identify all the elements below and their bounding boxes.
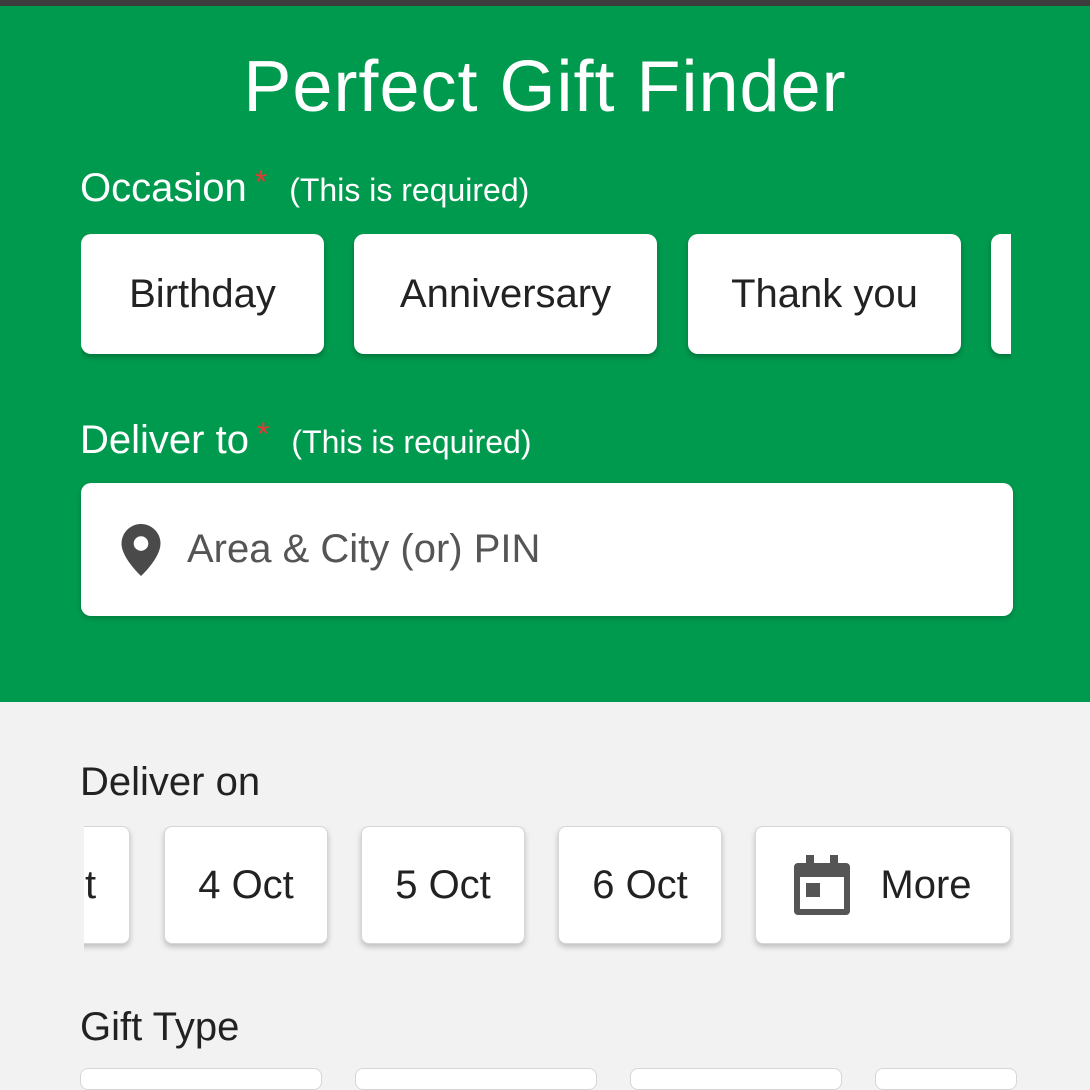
page-title: Perfect Gift Finder	[243, 47, 847, 127]
date-chip-partial[interactable]: t	[84, 826, 130, 944]
occasion-chip-list[interactable]: Birthday Anniversary Thank you	[81, 234, 1011, 364]
location-pin-icon	[121, 523, 161, 576]
required-note: (This is required)	[289, 172, 530, 208]
gift-type-chip-list[interactable]	[80, 1068, 1017, 1090]
location-field[interactable]	[81, 483, 1013, 616]
date-chip-partial-label: t	[85, 862, 97, 907]
more-dates-button[interactable]: More	[755, 826, 1011, 944]
calendar-icon	[794, 855, 851, 915]
location-input[interactable]	[185, 526, 949, 573]
gift-type-chip[interactable]	[355, 1068, 597, 1090]
gift-type-label: Gift Type	[80, 1005, 240, 1049]
date-chip-6-oct[interactable]: 6 Oct	[558, 826, 722, 944]
gift-type-chip[interactable]	[875, 1068, 1017, 1090]
more-dates-label: More	[880, 862, 972, 907]
deliver-to-label-row: Deliver to * (This is required)	[80, 416, 532, 463]
occasion-chip-thank-you[interactable]: Thank you	[688, 234, 961, 354]
deliver-to-label: Deliver to	[80, 418, 249, 462]
date-chip-5-oct[interactable]: 5 Oct	[361, 826, 525, 944]
date-chip-list[interactable]: t 4 Oct 5 Oct 6 Oct More	[84, 826, 1014, 956]
date-chip-4-oct[interactable]: 4 Oct	[164, 826, 328, 944]
deliver-on-label: Deliver on	[80, 760, 261, 804]
occasion-label: Occasion	[80, 166, 247, 210]
occasion-chip-birthday[interactable]: Birthday	[81, 234, 324, 354]
occasion-label-row: Occasion * (This is required)	[80, 164, 530, 211]
required-star: *	[256, 416, 270, 452]
occasion-chip-anniversary[interactable]: Anniversary	[354, 234, 657, 354]
gift-type-chip[interactable]	[80, 1068, 322, 1090]
required-star: *	[254, 164, 268, 200]
required-note: (This is required)	[291, 424, 532, 460]
occasion-chip-next-partial[interactable]	[991, 234, 1011, 354]
finder-header-panel: Perfect Gift Finder Occasion * (This is re…	[0, 6, 1090, 702]
gift-type-chip[interactable]	[630, 1068, 842, 1090]
